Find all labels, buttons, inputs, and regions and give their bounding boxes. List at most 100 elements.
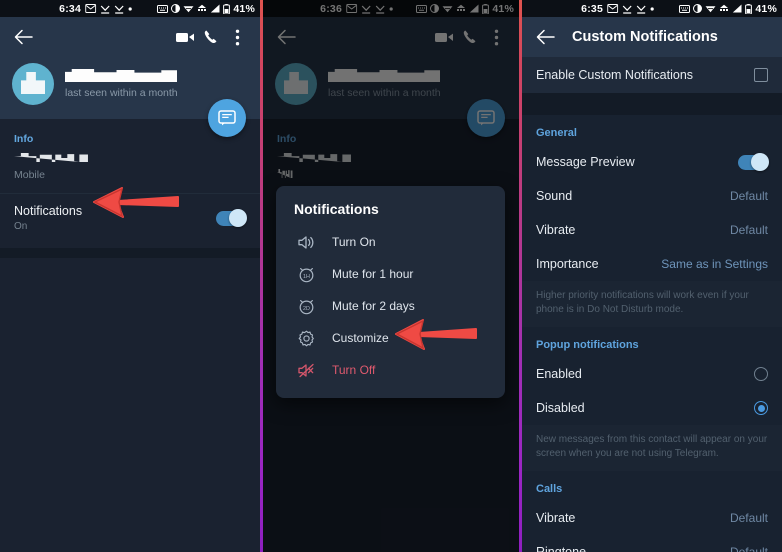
appbar-right: Custom Notifications xyxy=(522,17,782,57)
phone-type-label: Mobile xyxy=(14,169,45,181)
hint-general: Higher priority notifications will work … xyxy=(522,281,782,327)
dialog-item-label: Turn On xyxy=(332,235,376,249)
dialog-item-label: Mute for 1 hour xyxy=(332,267,414,281)
row-calls-ringtone[interactable]: Ringtone Default xyxy=(522,535,782,552)
enable-custom-notifications-label: Enable Custom Notifications xyxy=(536,68,694,82)
toggle-knob xyxy=(751,152,769,171)
battery-icon xyxy=(223,3,231,14)
status-clock: 6:34 xyxy=(59,2,81,15)
left-header-block: last seen within a month xyxy=(0,17,260,137)
notifications-toggle[interactable] xyxy=(216,208,247,227)
back-arrow-icon[interactable] xyxy=(532,24,558,50)
radio-enabled[interactable] xyxy=(754,367,768,381)
row-label: Importance xyxy=(536,257,599,271)
row-label: Vibrate xyxy=(536,223,576,237)
row-value: Default xyxy=(729,223,768,237)
section-title-popup: Popup notifications xyxy=(536,339,639,351)
status-bar-left: 6:34 41% xyxy=(0,0,260,17)
dialog-item-turn-on[interactable]: Turn On xyxy=(276,226,505,258)
panel-right-custom-notifications: 6:35 41% Custom Notifications Enable Cus… xyxy=(522,0,782,552)
speaker-muted-icon xyxy=(294,363,318,378)
status-bar-right-group: 41% xyxy=(679,3,777,15)
row-value: Default xyxy=(729,511,768,525)
row-vibrate[interactable]: Vibrate Default xyxy=(522,213,782,247)
enable-custom-notifications-block: Enable Custom Notifications xyxy=(522,57,782,93)
section-divider xyxy=(0,248,260,258)
row-importance[interactable]: Importance Same as in Settings xyxy=(522,247,782,281)
section-calls: Calls Vibrate Default Ringtone Default xyxy=(522,471,782,552)
row-label: Message Preview xyxy=(536,155,635,169)
signal-icon xyxy=(210,4,220,13)
keyboard-icon xyxy=(157,4,169,13)
svg-text:1H: 1H xyxy=(303,273,310,279)
wifi-icon xyxy=(183,4,194,13)
enable-custom-notifications-checkbox[interactable] xyxy=(754,68,768,82)
back-arrow-icon[interactable] xyxy=(10,24,36,50)
vpn-icon xyxy=(719,4,729,13)
notifications-dialog: Notifications Turn On 1H Mute for 1 hour… xyxy=(276,186,505,398)
speaker-on-icon xyxy=(294,235,318,250)
profile-text: last seen within a month xyxy=(65,69,178,99)
screenshot-stage: 6:34 41% last seen within a month Info M… xyxy=(0,0,782,552)
status-bar-left-group: 6:35 xyxy=(581,3,654,15)
download-icon-2 xyxy=(636,4,646,14)
profile-header-left: last seen within a month xyxy=(0,57,260,137)
row-label: Sound xyxy=(536,189,573,203)
dialog-item-mute-1-hour[interactable]: 1H Mute for 1 hour xyxy=(276,258,505,290)
dialog-item-label: Mute for 2 days xyxy=(332,299,415,313)
enable-custom-notifications-row[interactable]: Enable Custom Notifications xyxy=(522,57,782,93)
row-label: Disabled xyxy=(536,401,585,415)
hint-popup: New messages from this contact will appe… xyxy=(522,425,782,471)
section-popup-notifications: Popup notifications Enabled Disabled New… xyxy=(522,327,782,471)
avatar[interactable] xyxy=(12,63,54,105)
dialog-item-label: Turn Off xyxy=(332,363,376,377)
row-popup-disabled[interactable]: Disabled xyxy=(522,391,782,425)
battery-icon xyxy=(745,3,753,14)
row-message-preview[interactable]: Message Preview xyxy=(522,145,782,179)
notifications-label: Notifications xyxy=(14,204,83,218)
alarm-1h-icon: 1H xyxy=(294,266,318,283)
status-bar-right-group: 41% xyxy=(157,3,255,15)
battery-percent: 41% xyxy=(755,2,777,15)
page-title: Custom Notifications xyxy=(572,29,718,45)
row-popup-enabled[interactable]: Enabled xyxy=(522,357,782,391)
status-clock: 6:35 xyxy=(581,2,603,15)
overflow-menu-icon[interactable] xyxy=(224,24,250,50)
section-gap-1 xyxy=(522,93,782,115)
dot-icon xyxy=(128,6,132,11)
panel-mid-dialog: 6:36 41% xyxy=(263,0,519,552)
notifications-texts: Notifications On xyxy=(14,204,216,232)
dialog-item-customize[interactable]: Customize xyxy=(276,322,505,354)
video-call-icon[interactable] xyxy=(172,24,198,50)
message-fab-button[interactable] xyxy=(208,99,246,137)
notifications-row[interactable]: Notifications On xyxy=(0,193,260,242)
row-value: Default xyxy=(729,189,768,203)
alarm-2d-icon: 2D xyxy=(294,298,318,315)
dialog-title: Notifications xyxy=(294,201,379,217)
dialog-item-label: Customize xyxy=(332,331,389,345)
avatar-placeholder-icon xyxy=(21,72,45,94)
dialog-item-turn-off[interactable]: Turn Off xyxy=(276,354,505,386)
section-general: General Message Preview Sound Default Vi… xyxy=(522,115,782,327)
contact-status: last seen within a month xyxy=(65,87,178,99)
wifi-icon xyxy=(705,4,716,13)
row-sound[interactable]: Sound Default xyxy=(522,179,782,213)
radio-disabled[interactable] xyxy=(754,401,768,415)
phone-info-row[interactable]: Mobile xyxy=(0,145,260,193)
dot-icon xyxy=(650,6,654,11)
row-label: Enabled xyxy=(536,367,582,381)
mail-icon xyxy=(607,4,618,13)
message-preview-toggle[interactable] xyxy=(738,152,769,171)
contact-name-redacted xyxy=(65,69,177,82)
section-title-calls: Calls xyxy=(536,483,563,495)
status-bar-right: 6:35 41% xyxy=(522,0,782,17)
dialog-item-mute-2-days[interactable]: 2D Mute for 2 days xyxy=(276,290,505,322)
dnd-icon xyxy=(171,4,181,13)
row-label: Vibrate xyxy=(536,511,576,525)
row-calls-vibrate[interactable]: Vibrate Default xyxy=(522,501,782,535)
download-icon xyxy=(100,4,110,14)
section-title-general: General xyxy=(536,127,577,139)
keyboard-icon xyxy=(679,4,691,13)
phone-call-icon[interactable] xyxy=(198,24,224,50)
vpn-icon xyxy=(197,4,207,13)
